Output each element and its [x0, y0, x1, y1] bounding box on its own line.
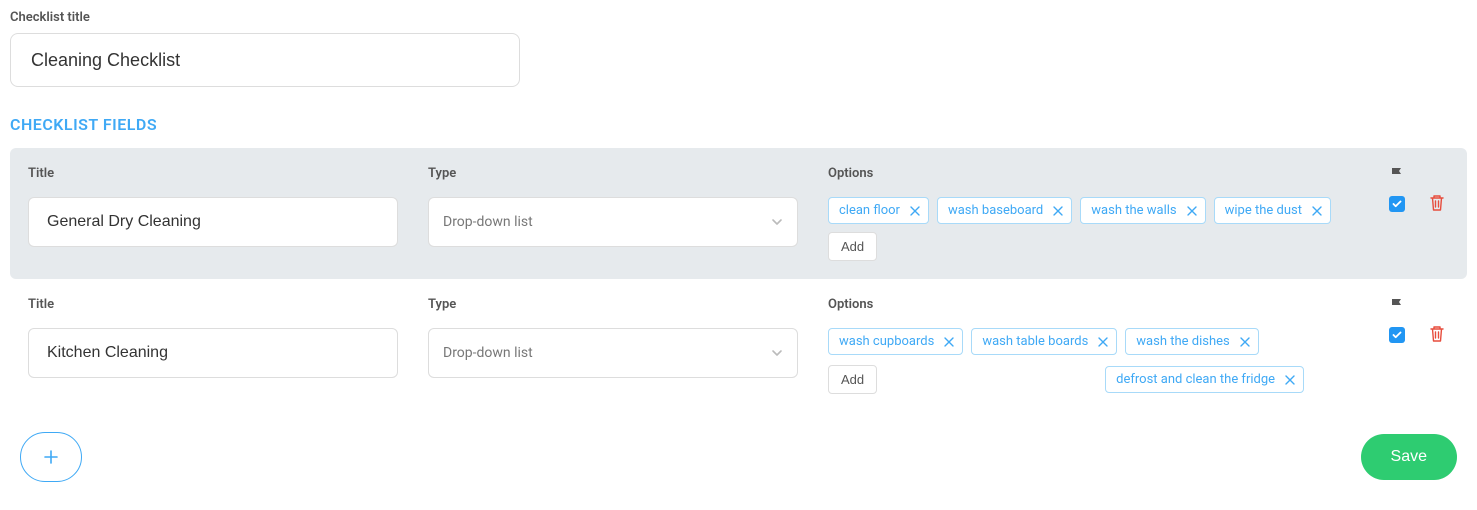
option-tag[interactable]: clean floor — [828, 197, 929, 224]
option-tag-label: wash baseboard — [948, 203, 1043, 218]
field-options-label: Options — [828, 166, 1369, 181]
option-tag[interactable]: defrost and clean the fridge — [1105, 366, 1304, 393]
required-checkbox[interactable] — [1389, 196, 1405, 212]
field-type-select[interactable]: Drop-down list — [428, 328, 798, 378]
flag-icon[interactable] — [1389, 166, 1405, 186]
remove-option-icon[interactable] — [1053, 206, 1063, 216]
field-options-label: Options — [828, 297, 1369, 312]
required-checkbox[interactable] — [1389, 327, 1405, 343]
field-title-label: Title — [28, 166, 412, 181]
field-title-label: Title — [28, 297, 412, 312]
field-type-select[interactable]: Drop-down list — [428, 197, 798, 247]
option-tag-label: wash table boards — [982, 334, 1088, 349]
field-title-input[interactable] — [28, 197, 398, 247]
option-tag[interactable]: wash table boards — [971, 328, 1117, 355]
field-row: Title Type Drop-down list Options wash cupbo… — [10, 279, 1467, 412]
add-option-button[interactable]: Add — [828, 365, 877, 394]
remove-option-icon[interactable] — [1312, 206, 1322, 216]
plus-icon — [43, 449, 59, 465]
option-tag[interactable]: wash the walls — [1080, 197, 1205, 224]
option-tag[interactable]: wipe the dust — [1214, 197, 1331, 224]
field-title-input[interactable] — [28, 328, 398, 378]
delete-field-icon[interactable] — [1429, 325, 1445, 347]
flag-icon[interactable] — [1389, 297, 1405, 317]
remove-option-icon[interactable] — [1285, 375, 1295, 385]
checklist-title-label: Checklist title — [10, 10, 1467, 25]
field-type-label: Type — [428, 297, 812, 312]
remove-option-icon[interactable] — [1098, 337, 1108, 347]
delete-field-icon[interactable] — [1429, 194, 1445, 216]
option-tag[interactable]: wash the dishes — [1125, 328, 1258, 355]
option-tag[interactable]: wash baseboard — [937, 197, 1072, 224]
option-tag[interactable]: wash cupboards — [828, 328, 963, 355]
add-field-button[interactable] — [20, 432, 82, 482]
option-tag-label: wash cupboards — [839, 334, 934, 349]
add-option-button[interactable]: Add — [828, 232, 877, 261]
option-tag-label: clean floor — [839, 203, 900, 218]
option-tag-label: wash the dishes — [1136, 334, 1229, 349]
field-type-label: Type — [428, 166, 812, 181]
save-button[interactable]: Save — [1361, 434, 1457, 480]
remove-option-icon[interactable] — [910, 206, 920, 216]
options-tags-row2: Add defrost and clean the fridge — [828, 365, 1369, 394]
remove-option-icon[interactable] — [944, 337, 954, 347]
checklist-fields-heading: CHECKLIST FIELDS — [10, 115, 1467, 134]
checklist-title-input[interactable] — [10, 33, 520, 87]
option-tag-label: wash the walls — [1091, 203, 1176, 218]
option-tag-label: wipe the dust — [1225, 203, 1302, 218]
options-tags: clean floor wash baseboard wash the walls w… — [828, 197, 1369, 261]
remove-option-icon[interactable] — [1187, 206, 1197, 216]
remove-option-icon[interactable] — [1240, 337, 1250, 347]
options-tags: wash cupboards wash table boards wash the … — [828, 328, 1369, 355]
field-row: Title Type Drop-down list Options clean floo… — [10, 148, 1467, 279]
option-tag-label: defrost and clean the fridge — [1116, 372, 1275, 387]
